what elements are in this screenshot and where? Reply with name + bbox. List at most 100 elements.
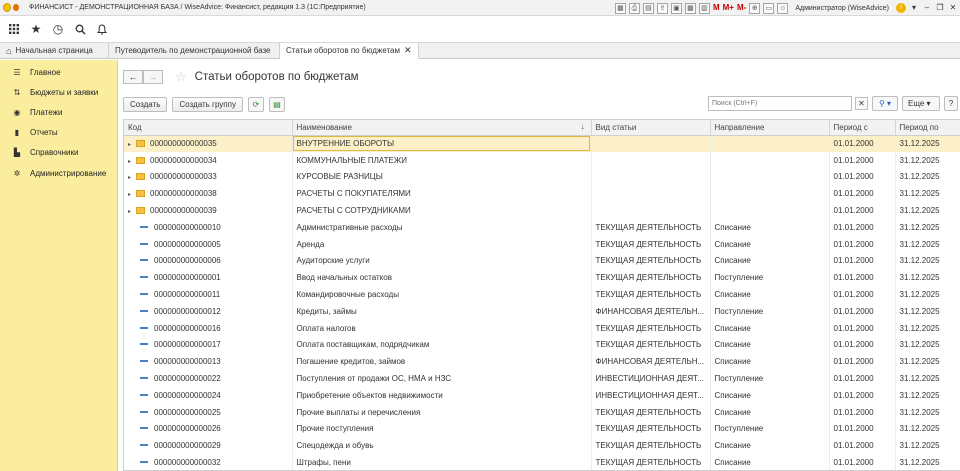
create-button[interactable]: Создать xyxy=(123,96,168,112)
cell-code[interactable]: 000000000000011 xyxy=(124,286,293,303)
search-icon[interactable] xyxy=(69,18,91,40)
close-window-button[interactable]: ✕ xyxy=(948,3,958,13)
tab-budget-items[interactable]: Статьи оборотов по бюджетам ✕ xyxy=(280,43,419,59)
cell-name[interactable]: Приобретение объектов недвижимости xyxy=(292,386,592,404)
cell-name[interactable]: Прочие поступления xyxy=(292,420,592,438)
cell-name[interactable]: Командировочные расходы xyxy=(292,286,592,303)
cell-direction[interactable]: Списание xyxy=(710,336,830,354)
table-row[interactable]: 000000000000005 Аренда ТЕКУЩАЯ ДЕЯТЕЛЬНОСТ… xyxy=(124,235,960,253)
cell-date-to[interactable]: 31.12.2025 xyxy=(895,319,960,337)
back-button[interactable]: ← xyxy=(123,70,143,84)
table-row-group[interactable]: ▸ 000000000000035 ВНУТРЕННИЕ ОБОРОТЫ 01.01.… xyxy=(124,135,960,152)
cell-date-to[interactable]: 31.12.2025 xyxy=(895,403,960,421)
cell-direction[interactable] xyxy=(710,202,830,219)
export-icon[interactable]: ▤ xyxy=(268,96,285,112)
app-logo-icon[interactable] xyxy=(3,1,19,15)
sidebar-item-reports[interactable]: ▮ Отчеты xyxy=(0,123,117,143)
cell-date-from[interactable]: 01.01.2000 xyxy=(829,386,896,404)
cell-name[interactable]: Спецодежда и обувь xyxy=(292,437,592,455)
cell-direction[interactable]: Поступление xyxy=(710,269,830,287)
table-row[interactable]: 000000000000024 Приобретение объектов нед… xyxy=(124,386,960,404)
sidebar-item-budgets[interactable]: ⇅ Бюджеты и заявки xyxy=(0,82,117,102)
notifications-bell-icon[interactable] xyxy=(91,18,113,40)
table-row[interactable]: 000000000000012 Кредиты, займы ФИНАНСОВАЯ … xyxy=(124,302,960,320)
cell-code[interactable]: 000000000000017 xyxy=(124,336,293,354)
cell-name[interactable]: Оплата налогов xyxy=(292,319,592,337)
cell-code[interactable]: ▸ 000000000000033 xyxy=(124,168,293,186)
cell-name[interactable]: Прочие выплаты и перечисления xyxy=(292,403,592,421)
cell-kind[interactable]: ТЕКУЩАЯ ДЕЯТЕЛЬНОСТЬ xyxy=(591,235,711,253)
cell-code[interactable]: 000000000000013 xyxy=(124,353,293,371)
cell-date-to[interactable]: 31.12.2025 xyxy=(895,135,960,152)
cell-name[interactable]: РАСЧЕТЫ С СОТРУДНИКАМИ xyxy=(292,202,592,219)
cell-code[interactable]: 000000000000010 xyxy=(124,218,293,236)
col-date-to[interactable]: Период по xyxy=(895,120,960,136)
cell-direction[interactable] xyxy=(710,151,830,169)
cell-date-to[interactable]: 31.12.2025 xyxy=(895,302,960,320)
table-row-group[interactable]: ▸ 000000000000033 КУРСОВЫЕ РАЗНИЦЫ 01.01.20… xyxy=(124,168,960,186)
cell-direction[interactable]: Списание xyxy=(710,252,830,270)
memory-m-button[interactable]: M xyxy=(713,3,720,14)
cell-direction[interactable]: Списание xyxy=(710,235,830,253)
favorite-star-icon[interactable]: ☆ xyxy=(175,69,187,85)
cell-date-to[interactable]: 31.12.2025 xyxy=(895,386,960,404)
col-code[interactable]: Код xyxy=(124,120,293,136)
cell-kind[interactable] xyxy=(591,168,711,186)
cell-kind[interactable]: ТЕКУЩАЯ ДЕЯТЕЛЬНОСТЬ xyxy=(591,336,711,354)
memory-minus-button[interactable]: M- xyxy=(737,3,746,14)
help-button[interactable]: ? xyxy=(944,96,958,111)
minimize-button[interactable]: – xyxy=(922,3,932,13)
cell-kind[interactable]: ИНВЕСТИЦИОННАЯ ДЕЯТ... xyxy=(591,386,711,404)
table-row-group[interactable]: ▸ 000000000000038 РАСЧЕТЫ С ПОКУПАТЕЛЯМИ 01… xyxy=(124,185,960,203)
cell-name[interactable]: РАСЧЕТЫ С ПОКУПАТЕЛЯМИ xyxy=(292,185,592,203)
cell-date-to[interactable]: 31.12.2025 xyxy=(895,336,960,354)
cell-code[interactable]: 000000000000024 xyxy=(124,386,293,404)
clear-search-icon[interactable]: ✕ xyxy=(855,97,868,110)
cell-date-from[interactable]: 01.01.2000 xyxy=(829,235,896,253)
expand-arrow-icon[interactable]: ▸ xyxy=(128,191,136,198)
refresh-icon[interactable]: ⟳ xyxy=(247,96,264,112)
cell-kind[interactable]: ТЕКУЩАЯ ДЕЯТЕЛЬНОСТЬ xyxy=(591,454,711,470)
cell-date-to[interactable]: 31.12.2025 xyxy=(895,454,960,470)
cell-date-to[interactable]: 31.12.2025 xyxy=(895,185,960,203)
cell-kind[interactable]: ТЕКУЩАЯ ДЕЯТЕЛЬНОСТЬ xyxy=(591,420,711,438)
cell-date-to[interactable]: 31.12.2025 xyxy=(895,269,960,287)
cell-code[interactable]: 000000000000022 xyxy=(124,370,293,387)
table-row[interactable]: 000000000000022 Поступления от продажи ОС… xyxy=(124,370,960,387)
cell-date-from[interactable]: 01.01.2000 xyxy=(829,151,896,169)
cell-date-from[interactable]: 01.01.2000 xyxy=(829,185,896,203)
cell-date-from[interactable]: 01.01.2000 xyxy=(829,437,896,455)
cell-kind[interactable]: ТЕКУЩАЯ ДЕЯТЕЛЬНОСТЬ xyxy=(591,218,711,236)
cell-date-from[interactable]: 01.01.2000 xyxy=(829,286,896,303)
cell-kind[interactable]: ТЕКУЩАЯ ДЕЯТЕЛЬНОСТЬ xyxy=(591,319,711,337)
cell-name[interactable]: Кредиты, займы xyxy=(292,302,592,320)
cell-code[interactable]: 000000000000025 xyxy=(124,403,293,421)
memory-plus-button[interactable]: M+ xyxy=(723,3,734,14)
cell-kind[interactable]: ТЕКУЩАЯ ДЕЯТЕЛЬНОСТЬ xyxy=(591,252,711,270)
search-field[interactable] xyxy=(708,96,852,111)
cell-code[interactable]: 000000000000029 xyxy=(124,437,293,455)
cell-date-to[interactable]: 31.12.2025 xyxy=(895,437,960,455)
cell-date-from[interactable]: 01.01.2000 xyxy=(829,319,896,337)
expand-arrow-icon[interactable]: ▸ xyxy=(128,174,136,181)
col-kind[interactable]: Вид статьи xyxy=(591,120,711,136)
sidebar-item-payments[interactable]: ◉ Платежи xyxy=(0,102,117,122)
table-row[interactable]: 000000000000029 Спецодежда и обувь ТЕКУЩАЯ… xyxy=(124,437,960,455)
cell-name[interactable]: Погашение кредитов, займов xyxy=(292,353,592,371)
tab-home[interactable]: ⌂ Начальная страница xyxy=(0,43,109,58)
apps-grid-icon[interactable] xyxy=(3,18,25,40)
cell-kind[interactable]: ФИНАНСОВАЯ ДЕЯТЕЛЬН... xyxy=(591,353,711,371)
cell-date-from[interactable]: 01.01.2000 xyxy=(829,168,896,186)
cell-code[interactable]: ▸ 000000000000035 xyxy=(124,135,293,152)
cell-kind[interactable] xyxy=(591,151,711,169)
col-date-from[interactable]: Период с xyxy=(829,120,896,136)
cell-date-to[interactable]: 31.12.2025 xyxy=(895,235,960,253)
cell-date-from[interactable]: 01.01.2000 xyxy=(829,420,896,438)
table-row[interactable]: 000000000000032 Штрафы, пени ТЕКУЩАЯ ДЕЯТЕ… xyxy=(124,454,960,470)
cell-name[interactable]: Оплата поставщикам, подрядчикам xyxy=(292,336,592,354)
cell-date-from[interactable]: 01.01.2000 xyxy=(829,370,896,387)
calendar-icon[interactable]: ▦ xyxy=(684,2,696,14)
current-user[interactable]: Администратор (WiseAdvice) xyxy=(795,5,889,12)
cell-date-to[interactable]: 31.12.2025 xyxy=(895,370,960,387)
cell-name[interactable]: Административные расходы xyxy=(292,218,592,236)
